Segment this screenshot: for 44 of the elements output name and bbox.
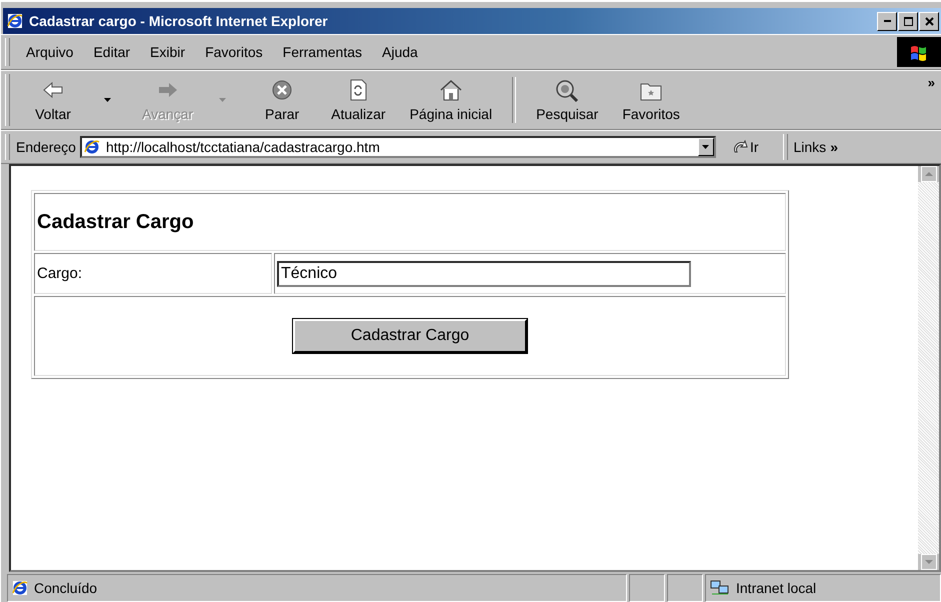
menu-item[interactable]: Exibir xyxy=(140,44,196,60)
house-icon xyxy=(438,78,464,102)
dropdown-caret-icon xyxy=(104,98,112,102)
network-computers-icon xyxy=(710,580,730,596)
caret-icon xyxy=(702,145,710,149)
window-title: Cadastrar cargo - Microsoft Internet Explorer xyxy=(29,13,329,29)
menu-item[interactable]: Ferramentas xyxy=(272,44,372,60)
close-icon xyxy=(924,16,934,26)
status-pane xyxy=(667,574,703,602)
go-button[interactable]: Ir xyxy=(732,139,758,155)
browser-icon xyxy=(7,13,23,29)
maximize-button[interactable] xyxy=(898,12,918,30)
status-pane xyxy=(629,574,665,602)
dropdown-button[interactable] xyxy=(698,138,714,156)
form-heading: Cadastrar Cargo xyxy=(37,210,194,234)
go-arrow-icon xyxy=(732,139,748,155)
more-chevron[interactable]: » xyxy=(928,75,935,90)
toolbar-button[interactable]: Parar xyxy=(245,78,320,122)
toolbar-button[interactable]: Favoritos xyxy=(610,78,692,122)
links-button[interactable]: Links xyxy=(794,139,826,155)
toolbar-button[interactable]: Página inicial xyxy=(398,78,504,122)
address-label: Endereço xyxy=(16,139,76,155)
scrollbar[interactable] xyxy=(918,166,939,570)
windows-logo-icon xyxy=(909,43,929,61)
menu-item[interactable]: Favoritos xyxy=(195,44,273,60)
more-chevron[interactable]: » xyxy=(830,139,838,155)
input-field[interactable]: Técnico xyxy=(277,260,691,286)
submit-button[interactable]: Cadastrar Cargo xyxy=(293,319,527,353)
magnifier-globe-icon xyxy=(554,78,580,102)
status-pane: Concluído xyxy=(7,574,627,602)
minimize-icon xyxy=(884,20,890,22)
field-label: Cargo: xyxy=(37,265,82,282)
maximize-icon xyxy=(904,16,912,26)
toolbar-button[interactable]: Voltar xyxy=(16,78,130,122)
toolbar-button[interactable]: Atualizar xyxy=(319,78,398,122)
menu-item[interactable]: Arquivo xyxy=(16,44,84,60)
toolbar-button[interactable]: Pesquisar xyxy=(524,78,610,122)
menu-item[interactable]: Editar xyxy=(83,44,140,60)
minimize-button[interactable] xyxy=(877,12,897,30)
status-pane: Intranet local xyxy=(705,574,941,602)
close-button[interactable] xyxy=(919,12,939,30)
dropdown-caret-icon xyxy=(219,98,228,102)
address-field[interactable]: http://localhost/tcctatiana/cadastracargo.htm xyxy=(80,136,716,158)
menu-item[interactable]: Ajuda xyxy=(372,44,428,60)
